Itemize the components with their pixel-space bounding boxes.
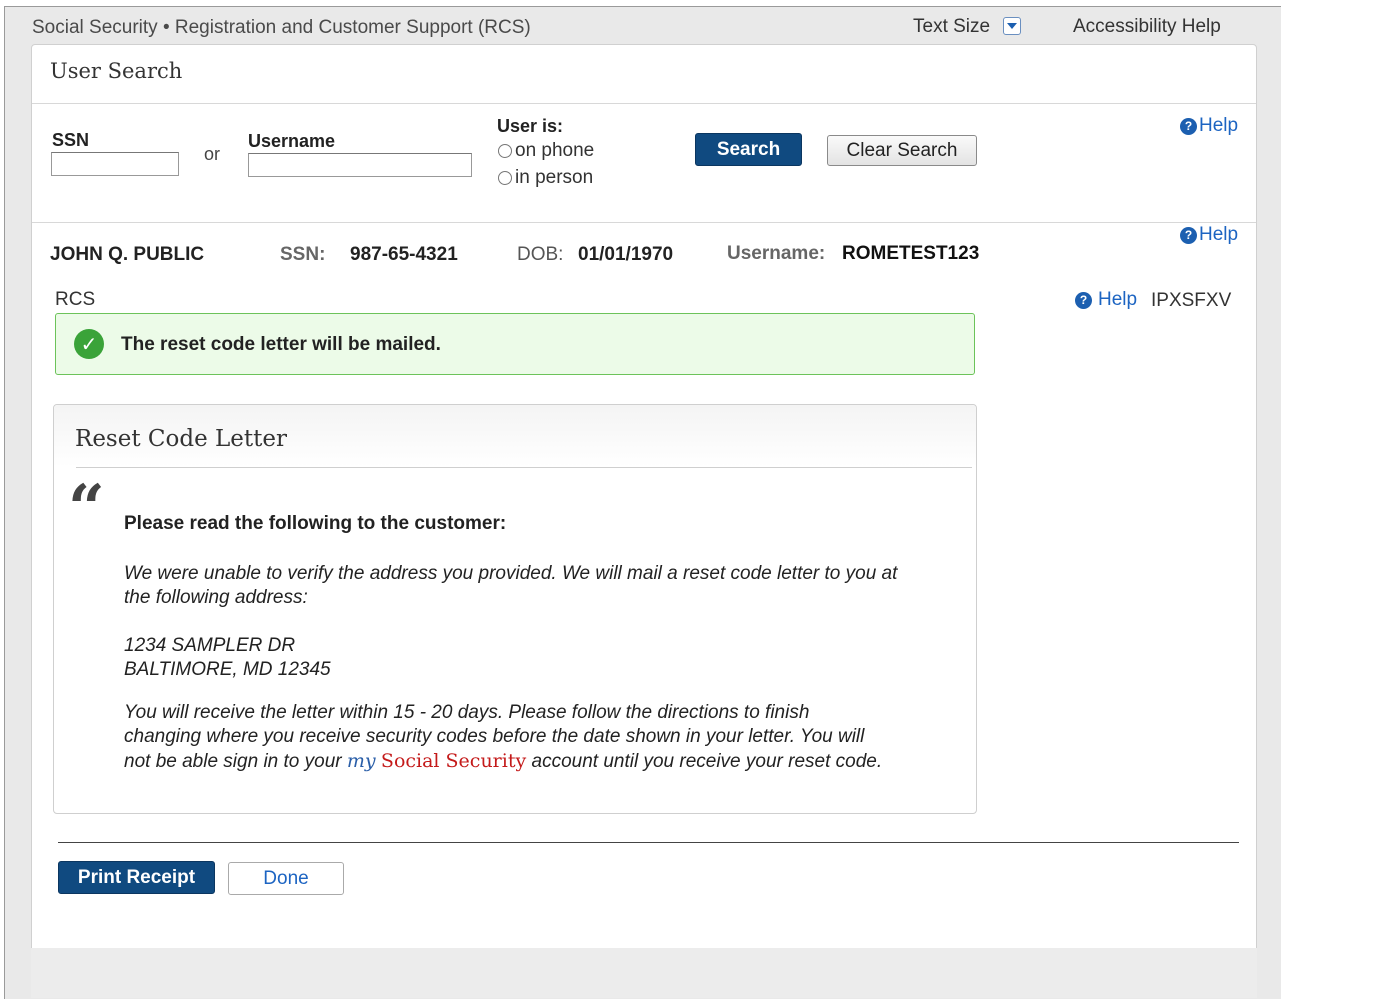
rcs-code: IPXSFXV	[1151, 290, 1232, 311]
dob-value: 01/01/1970	[578, 244, 674, 265]
search-help-link[interactable]: ? Help	[1180, 115, 1238, 137]
script-para2-line1: You will receive the letter within 15 - …	[124, 702, 810, 723]
read-to-customer-label: Please read the following to the custome…	[124, 513, 507, 534]
rcs-label: RCS	[55, 289, 96, 310]
panel-title: User Search	[50, 59, 183, 83]
app-title: Social Security • Registration and Custo…	[32, 17, 531, 38]
radio-in-person-label: in person	[515, 167, 594, 188]
help-label: Help	[1098, 289, 1138, 310]
script-para1-line1: We were unable to verify the address you…	[124, 563, 898, 584]
rcs-help-link[interactable]: ? Help	[1075, 289, 1137, 311]
letter-header: Reset Code Letter	[54, 405, 976, 467]
radio-in-person[interactable]: in person	[498, 167, 593, 189]
my-brand-word: my	[346, 750, 376, 772]
divider	[58, 842, 1239, 843]
footer-area	[31, 948, 1257, 998]
script-para2-line3: not be able sign in to your my Social Se…	[124, 749, 882, 774]
accessibility-help-link[interactable]: Accessibility Help	[1073, 16, 1221, 38]
address-line2: BALTIMORE, MD 12345	[124, 659, 331, 680]
username-label: Username	[248, 131, 336, 151]
customer-name: JOHN Q. PUBLIC	[50, 244, 205, 265]
customer-help-link[interactable]: ? Help	[1180, 224, 1238, 246]
username-info-value: ROMETEST123	[842, 243, 980, 264]
username-input[interactable]	[248, 153, 472, 177]
text-size-link[interactable]: Text Size	[913, 16, 990, 38]
script-text: not be able sign in to your	[124, 751, 347, 772]
or-label: or	[204, 144, 221, 164]
divider	[76, 467, 972, 468]
ssn-info-value: 987-65-4321	[350, 244, 458, 265]
print-receipt-button[interactable]: Print Receipt	[58, 861, 215, 894]
main-panel: User Search SSN or Username User is: on …	[31, 44, 1257, 950]
chevron-down-icon[interactable]	[1003, 17, 1021, 35]
question-circle-icon: ?	[1180, 226, 1197, 244]
letter-title: Reset Code Letter	[75, 426, 287, 452]
social-security-brand-word: Social Security	[380, 750, 527, 772]
radio-on-phone-label: on phone	[515, 140, 595, 161]
radio-circle[interactable]	[498, 171, 512, 185]
divider	[32, 103, 1256, 104]
radio-circle[interactable]	[498, 144, 512, 158]
dob-label: DOB:	[517, 244, 564, 265]
question-circle-icon: ?	[1180, 117, 1197, 135]
radio-on-phone[interactable]: on phone	[498, 140, 594, 162]
ssn-info-label: SSN:	[280, 244, 326, 265]
address-line1: 1234 SAMPLER DR	[124, 635, 296, 656]
search-button[interactable]: Search	[695, 133, 802, 166]
ssn-label: SSN	[52, 130, 90, 150]
username-info-label: Username:	[727, 243, 826, 264]
question-circle-icon: ?	[1075, 291, 1092, 309]
alert-message: The reset code letter will be mailed.	[121, 334, 441, 355]
ssn-input[interactable]	[51, 152, 179, 176]
clear-search-button[interactable]: Clear Search	[827, 135, 977, 166]
success-alert: ✓ The reset code letter will be mailed.	[55, 313, 975, 375]
reset-code-letter-card: Reset Code Letter “ Please read the foll…	[53, 404, 977, 814]
script-para1-line2: the following address:	[124, 587, 308, 608]
help-label: Help	[1199, 115, 1239, 136]
quote-icon: “	[68, 471, 105, 546]
divider	[32, 222, 1256, 223]
done-button[interactable]: Done	[228, 862, 344, 895]
script-text: account until you receive your reset cod…	[526, 751, 883, 772]
check-circle-icon: ✓	[74, 329, 104, 359]
help-label: Help	[1199, 224, 1239, 245]
script-para2-line2: changing where you receive security code…	[124, 726, 865, 747]
user-is-label: User is:	[497, 116, 564, 136]
